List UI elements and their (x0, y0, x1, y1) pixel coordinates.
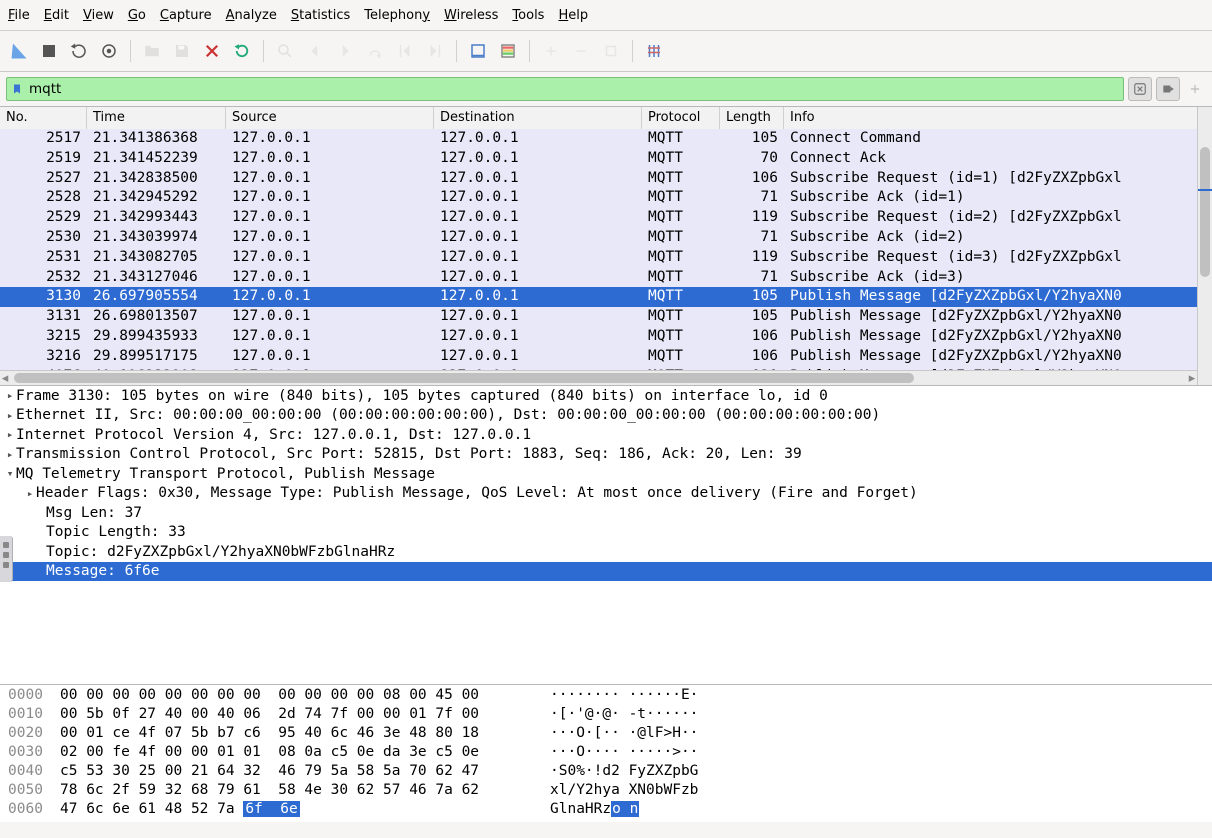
menu-telephony[interactable]: Telephony (364, 8, 430, 23)
display-filter-bar (0, 72, 1212, 107)
hex-row[interactable]: 003002 00 fe 4f 00 00 01 01 08 0a c5 0e … (0, 744, 1212, 763)
packet-row[interactable]: 313126.698013507127.0.0.1127.0.0.1MQTT10… (0, 307, 1197, 327)
packet-row[interactable]: 253121.343082705127.0.0.1127.0.0.1MQTT11… (0, 248, 1197, 268)
zoom-reset-button[interactable] (598, 38, 624, 64)
packet-list-header[interactable]: No. Time Source Destination Protocol Len… (0, 107, 1197, 130)
menu-view[interactable]: View (83, 8, 114, 23)
tree-mqtt-header[interactable]: ▸Header Flags: 0x30, Message Type: Publi… (0, 484, 1212, 504)
find-button[interactable] (272, 38, 298, 64)
start-capture-button[interactable] (6, 38, 32, 64)
go-to-packet-button[interactable] (362, 38, 388, 64)
hex-row[interactable]: 002000 01 ce 4f 07 5b b7 c6 95 40 6c 46 … (0, 725, 1212, 744)
tree-mqtt-topic[interactable]: Topic: d2FyZXZpbGxl/Y2hyaXN0bWFzbGlnaHRz (0, 542, 1212, 562)
stop-capture-button[interactable] (36, 38, 62, 64)
go-back-button[interactable] (302, 38, 328, 64)
go-forward-button[interactable] (332, 38, 358, 64)
open-file-button[interactable] (139, 38, 165, 64)
hex-row[interactable]: 005078 6c 2f 59 32 68 79 61 58 4e 30 62 … (0, 782, 1212, 801)
col-source[interactable]: Source (226, 107, 434, 129)
tree-mqtt-message[interactable]: Message: 6f6e (0, 562, 1212, 582)
tree-frame[interactable]: ▸Frame 3130: 105 bytes on wire (840 bits… (0, 386, 1212, 406)
packet-row[interactable]: 251921.341452239127.0.0.1127.0.0.1MQTT70… (0, 149, 1197, 169)
packet-list-vscroll[interactable] (1197, 107, 1212, 385)
restart-capture-button[interactable] (66, 38, 92, 64)
reload-button[interactable] (229, 38, 255, 64)
packet-row[interactable]: 253021.343039974127.0.0.1127.0.0.1MQTT71… (0, 228, 1197, 248)
col-protocol[interactable]: Protocol (642, 107, 720, 129)
packet-list-body[interactable]: 251721.341386368127.0.0.1127.0.0.1MQTT10… (0, 129, 1197, 385)
packet-row[interactable]: 253221.343127046127.0.0.1127.0.0.1MQTT71… (0, 268, 1197, 288)
menu-capture[interactable]: Capture (160, 8, 212, 23)
tree-mqtt-msglen[interactable]: Msg Len: 37 (0, 503, 1212, 523)
menu-go[interactable]: Go (128, 8, 146, 23)
display-filter-input[interactable] (27, 80, 1119, 98)
capture-options-button[interactable] (96, 38, 122, 64)
hex-row[interactable]: 000000 00 00 00 00 00 00 00 00 00 00 00 … (0, 687, 1212, 706)
col-length[interactable]: Length (720, 107, 784, 129)
go-first-button[interactable] (392, 38, 418, 64)
hex-row[interactable]: 0040c5 53 30 25 00 21 64 32 46 79 5a 58 … (0, 763, 1212, 782)
packet-row[interactable]: 251721.341386368127.0.0.1127.0.0.1MQTT10… (0, 129, 1197, 149)
packet-row[interactable]: 252821.342945292127.0.0.1127.0.0.1MQTT71… (0, 188, 1197, 208)
packet-row[interactable]: 321629.899517175127.0.0.1127.0.0.1MQTT10… (0, 347, 1197, 367)
toolbar (0, 31, 1212, 72)
menu-file[interactable]: File (8, 8, 30, 23)
display-filter-input-wrap[interactable] (6, 77, 1124, 101)
tree-ethernet[interactable]: ▸Ethernet II, Src: 00:00:00_00:00:00 (00… (0, 406, 1212, 426)
tree-ip[interactable]: ▸Internet Protocol Version 4, Src: 127.0… (0, 425, 1212, 445)
menu-analyze[interactable]: Analyze (226, 8, 277, 23)
go-last-button[interactable] (422, 38, 448, 64)
packet-details-pane[interactable]: ▸Frame 3130: 105 bytes on wire (840 bits… (0, 386, 1212, 685)
add-filter-button[interactable] (1184, 78, 1206, 100)
save-file-button[interactable] (169, 38, 195, 64)
hex-row[interactable]: 001000 5b 0f 27 40 00 40 06 2d 74 7f 00 … (0, 706, 1212, 725)
zoom-in-button[interactable] (538, 38, 564, 64)
bookmark-icon (11, 82, 23, 96)
menu-help[interactable]: Help (558, 8, 588, 23)
packet-row[interactable]: 321529.899435933127.0.0.1127.0.0.1MQTT10… (0, 327, 1197, 347)
apply-filter-button[interactable] (1156, 77, 1180, 101)
close-file-button[interactable] (199, 38, 225, 64)
tree-mqtt-topiclen[interactable]: Topic Length: 33 (0, 523, 1212, 543)
packet-row[interactable]: 252721.342838500127.0.0.1127.0.0.1MQTT10… (0, 169, 1197, 189)
zoom-out-button[interactable] (568, 38, 594, 64)
auto-scroll-button[interactable] (465, 38, 491, 64)
packet-bytes-pane[interactable]: 000000 00 00 00 00 00 00 00 00 00 00 00 … (0, 685, 1212, 822)
resize-columns-button[interactable] (641, 38, 667, 64)
menubar: File Edit View Go Capture Analyze Statis… (0, 0, 1212, 31)
menu-edit[interactable]: Edit (44, 8, 69, 23)
colorize-button[interactable] (495, 38, 521, 64)
packet-row[interactable]: 252921.342993443127.0.0.1127.0.0.1MQTT11… (0, 208, 1197, 228)
packet-row[interactable]: 313026.697905554127.0.0.1127.0.0.1MQTT10… (0, 287, 1197, 307)
col-time[interactable]: Time (87, 107, 226, 129)
pane-drag-handle[interactable] (0, 536, 13, 582)
col-destination[interactable]: Destination (434, 107, 642, 129)
tree-mqtt[interactable]: ▾MQ Telemetry Transport Protocol, Publis… (0, 464, 1212, 484)
col-info[interactable]: Info (784, 107, 1197, 129)
menu-wireless[interactable]: Wireless (444, 8, 498, 23)
menu-statistics[interactable]: Statistics (291, 8, 350, 23)
col-no[interactable]: No. (0, 107, 87, 129)
packet-list-pane: No. Time Source Destination Protocol Len… (0, 107, 1212, 386)
tree-tcp[interactable]: ▸Transmission Control Protocol, Src Port… (0, 445, 1212, 465)
menu-tools[interactable]: Tools (512, 8, 544, 23)
clear-filter-button[interactable] (1128, 77, 1152, 101)
hex-row[interactable]: 006047 6c 6e 61 48 52 7a 6f 6eGlnaHRzo n (0, 801, 1212, 820)
packet-list-hscroll[interactable]: ◂ ▸ (0, 370, 1197, 385)
